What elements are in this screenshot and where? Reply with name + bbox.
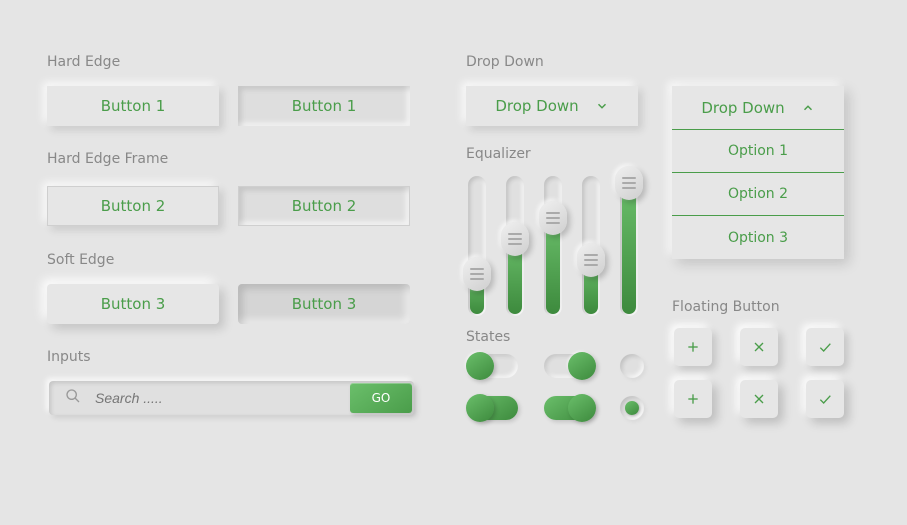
section-floating-button-label: Floating Button (672, 299, 780, 315)
fab-plus[interactable] (674, 380, 712, 418)
equalizer-thumb[interactable] (463, 257, 491, 291)
button-label: Button 3 (101, 295, 166, 313)
hard-edge-button[interactable]: Button 1 (47, 86, 219, 126)
section-inputs-label: Inputs (47, 349, 91, 365)
close-icon (751, 339, 767, 355)
equalizer-slider[interactable] (620, 176, 638, 316)
toggle-switch-solid[interactable] (544, 396, 594, 420)
search-field-wrap: GO (49, 381, 414, 415)
equalizer-thumb[interactable] (615, 166, 643, 200)
hard-edge-button-pressed[interactable]: Button 1 (238, 86, 410, 126)
section-soft-edge-label: Soft Edge (47, 252, 114, 268)
button-label: Button 1 (292, 97, 357, 115)
fab-check[interactable] (806, 328, 844, 366)
equalizer-group (468, 176, 638, 316)
option-label: Option 2 (728, 186, 788, 202)
chevron-up-icon (801, 101, 815, 115)
toggle-switch[interactable] (544, 354, 594, 378)
section-hard-edge-frame-label: Hard Edge Frame (47, 151, 168, 167)
chevron-down-icon (595, 99, 609, 113)
section-hard-edge-label: Hard Edge (47, 54, 120, 70)
dropdown-open: Drop Down Option 1 Option 2 Option 3 (672, 86, 844, 259)
toggle-knob (568, 352, 596, 380)
states-grid (468, 354, 644, 420)
dropdown-option[interactable]: Option 2 (672, 173, 844, 216)
equalizer-thumb[interactable] (577, 243, 605, 277)
section-dropdown-label: Drop Down (466, 54, 544, 70)
section-states-label: States (466, 329, 510, 345)
fab-plus[interactable] (674, 328, 712, 366)
button-label: Button 2 (101, 197, 166, 215)
dropdown-label: Drop Down (495, 97, 578, 115)
fab-check[interactable] (806, 380, 844, 418)
plus-icon (685, 391, 701, 407)
button-label: Button 1 (101, 97, 166, 115)
dropdown-option[interactable]: Option 1 (672, 130, 844, 173)
equalizer-fill (622, 181, 636, 314)
toggle-switch[interactable] (468, 354, 518, 378)
dropdown-label: Drop Down (701, 99, 784, 117)
hard-frame-button-pressed[interactable]: Button 2 (238, 186, 410, 226)
toggle-switch-solid[interactable] (468, 396, 518, 420)
search-icon (65, 388, 81, 408)
hard-frame-button[interactable]: Button 2 (47, 186, 219, 226)
check-icon (817, 391, 833, 407)
button-label: Button 2 (292, 197, 357, 215)
radio-button[interactable] (620, 354, 644, 378)
fab-close[interactable] (740, 380, 778, 418)
go-button[interactable]: GO (350, 383, 412, 413)
search-input[interactable] (93, 389, 350, 407)
floating-button-grid (674, 328, 844, 418)
toggle-knob (466, 352, 494, 380)
close-icon (751, 391, 767, 407)
equalizer-slider[interactable] (582, 176, 600, 316)
dropdown-closed[interactable]: Drop Down (466, 86, 638, 126)
toggle-knob (568, 394, 596, 422)
radio-dot (625, 401, 639, 415)
dropdown-open-header[interactable]: Drop Down (672, 86, 844, 130)
option-label: Option 1 (728, 143, 788, 159)
soft-edge-button-pressed[interactable]: Button 3 (238, 284, 410, 324)
equalizer-thumb[interactable] (501, 222, 529, 256)
radio-button[interactable] (620, 396, 644, 420)
equalizer-slider[interactable] (544, 176, 562, 316)
option-label: Option 3 (728, 230, 788, 246)
section-equalizer-label: Equalizer (466, 146, 531, 162)
dropdown-option[interactable]: Option 3 (672, 216, 844, 259)
equalizer-slider[interactable] (506, 176, 524, 316)
fab-close[interactable] (740, 328, 778, 366)
equalizer-thumb[interactable] (539, 201, 567, 235)
toggle-knob (466, 394, 494, 422)
check-icon (817, 339, 833, 355)
button-label: Button 3 (292, 295, 357, 313)
button-label: GO (372, 391, 391, 405)
plus-icon (685, 339, 701, 355)
equalizer-slider[interactable] (468, 176, 486, 316)
soft-edge-button[interactable]: Button 3 (47, 284, 219, 324)
